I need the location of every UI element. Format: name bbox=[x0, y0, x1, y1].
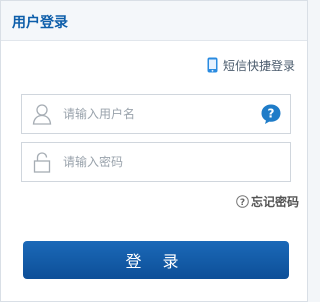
panel-title: 用户登录 bbox=[12, 15, 68, 31]
username-input[interactable] bbox=[63, 104, 243, 124]
username-field: ? bbox=[21, 94, 291, 134]
help-icon[interactable]: ? bbox=[260, 103, 282, 125]
login-panel: 用户登录 短信快捷登录 ? ? 忘记密码 登 bbox=[0, 0, 308, 302]
password-input[interactable] bbox=[63, 152, 243, 172]
question-icon: ? bbox=[236, 194, 249, 207]
login-button[interactable]: 登 录 bbox=[23, 241, 289, 279]
user-icon bbox=[32, 104, 52, 125]
svg-text:?: ? bbox=[240, 197, 245, 207]
panel-header: 用户登录 bbox=[1, 1, 307, 41]
phone-icon bbox=[207, 57, 218, 73]
sms-login-label: 短信快捷登录 bbox=[222, 58, 295, 73]
sms-login-link[interactable]: 短信快捷登录 bbox=[207, 56, 295, 74]
svg-text:?: ? bbox=[268, 107, 275, 121]
password-field bbox=[21, 142, 291, 182]
forgot-password-link[interactable]: ? 忘记密码 bbox=[236, 192, 299, 210]
forgot-password-label: 忘记密码 bbox=[250, 194, 299, 209]
lock-icon bbox=[33, 152, 51, 173]
